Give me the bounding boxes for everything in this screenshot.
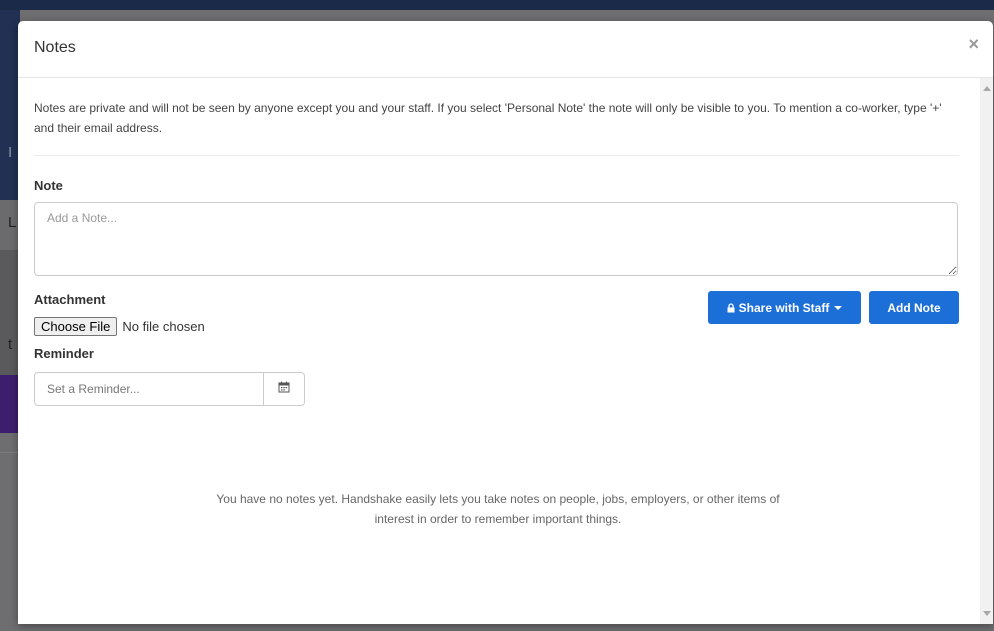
backdrop-text: t — [8, 336, 13, 353]
backdrop-section — [0, 250, 20, 375]
add-note-button[interactable]: Add Note — [869, 291, 959, 324]
reminder-label: Reminder — [34, 346, 94, 361]
divider — [34, 155, 959, 156]
modal-scrollbar[interactable] — [980, 78, 993, 624]
reminder-input[interactable] — [35, 373, 263, 405]
scroll-up-arrow-icon[interactable] — [983, 86, 991, 91]
share-with-staff-button[interactable]: Share with Staff — [708, 291, 861, 324]
backdrop-divider — [0, 452, 20, 453]
notes-modal: Notes × Notes are private and will not b… — [18, 21, 993, 624]
choose-file-button[interactable]: Choose File — [34, 317, 118, 336]
backdrop-purple-bar — [0, 375, 20, 433]
notes-intro-text: Notes are private and will not be seen b… — [34, 101, 942, 135]
note-textarea[interactable] — [34, 202, 958, 276]
backdrop-header — [0, 10, 20, 200]
backdrop-topbar — [0, 0, 994, 10]
close-button[interactable]: × — [968, 35, 979, 53]
backdrop-text: L — [8, 214, 17, 231]
calendar-icon — [278, 380, 290, 398]
modal-header: Notes × — [18, 21, 993, 78]
calendar-button[interactable] — [263, 373, 304, 405]
attachment-file-input: Choose File No file chosen — [34, 317, 205, 336]
empty-notes-message: You have no notes yet. Handshake easily … — [216, 492, 780, 526]
share-button-label: Share with Staff — [738, 300, 830, 315]
reminder-input-group — [34, 372, 305, 406]
caret-down-icon — [834, 305, 843, 310]
note-label: Note — [34, 178, 63, 193]
modal-title: Notes — [34, 39, 76, 56]
attachment-label: Attachment — [34, 292, 106, 307]
lock-icon — [727, 302, 735, 312]
file-status-text: No file chosen — [122, 319, 205, 334]
scroll-down-arrow-icon[interactable] — [983, 611, 991, 616]
backdrop-text: I — [8, 144, 13, 161]
